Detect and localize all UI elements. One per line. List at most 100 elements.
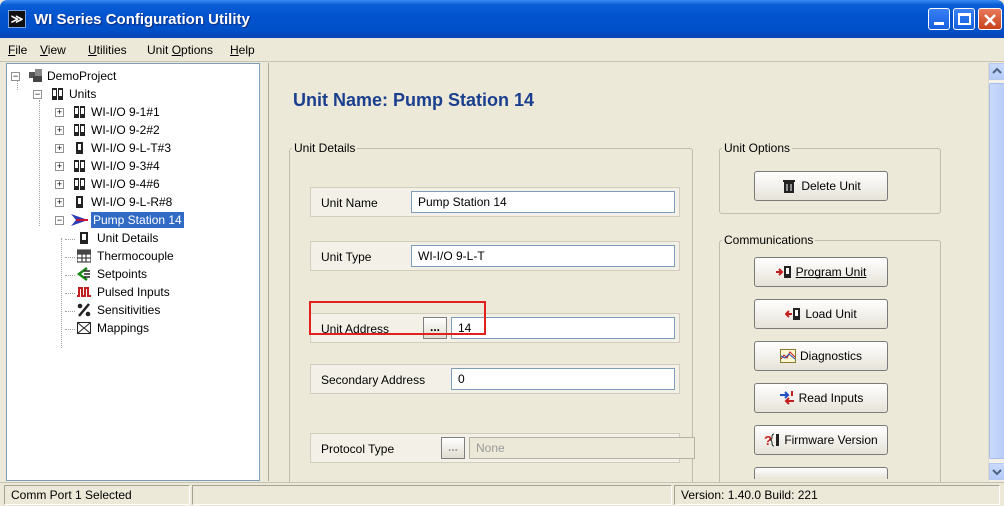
delete-unit-button[interactable]: Delete Unit — [754, 171, 888, 201]
read-inputs-icon — [779, 391, 794, 405]
tree-project-label: DemoProject — [47, 69, 117, 83]
next-command-button-partial[interactable] — [754, 467, 888, 479]
tree-child-label: Pulsed Inputs — [97, 285, 170, 299]
protocol-type-row: Protocol Type ... None — [310, 433, 695, 463]
diagnostics-button[interactable]: Diagnostics — [754, 341, 888, 371]
firmware-version-label: Firmware Version — [784, 433, 878, 447]
close-button[interactable] — [978, 8, 1002, 30]
project-tree[interactable]: − DemoProject − Units + WI-I/O 9-1#1 + W… — [6, 63, 260, 481]
secondary-address-row: Secondary Address 0 — [310, 364, 680, 394]
tree-child-mappings[interactable]: Mappings — [11, 320, 241, 338]
read-inputs-label: Read Inputs — [798, 391, 864, 405]
tree-selected-unit[interactable]: − Pump Station 14 — [11, 212, 241, 230]
tree-project[interactable]: − DemoProject — [11, 68, 241, 86]
menu-bar: File View Utilities Unit Options Help — [0, 38, 1004, 62]
tree-unit-label: WI-I/O 9-L-T#3 — [91, 141, 172, 155]
menu-view[interactable]: View — [40, 43, 66, 57]
vertical-scrollbar[interactable] — [988, 63, 1004, 481]
project-icon — [29, 69, 42, 82]
unit-type-field[interactable]: WI-I/O 9-L-T — [411, 245, 675, 267]
menu-view-accel: V — [40, 43, 48, 57]
unit-device-icon — [74, 178, 85, 190]
maximize-button[interactable] — [953, 8, 975, 30]
scroll-thumb[interactable] — [989, 83, 1004, 459]
app-icon[interactable]: ≫ — [8, 10, 26, 28]
menu-help-accel: H — [230, 43, 239, 57]
unit-device-icon — [76, 142, 83, 154]
tree-child-setpoints[interactable]: Setpoints — [11, 266, 241, 284]
tree-child-thermocouple[interactable]: Thermocouple — [11, 248, 241, 266]
unit-details-group-label: Unit Details — [292, 141, 358, 155]
collapse-icon[interactable]: − — [33, 90, 42, 99]
sensitivities-percent-icon — [77, 303, 91, 317]
collapse-icon[interactable]: − — [11, 72, 20, 81]
tree-unit-item[interactable]: + WI-I/O 9-L-T#3 — [11, 140, 241, 158]
protocol-type-field[interactable]: None — [469, 437, 695, 459]
expand-icon[interactable]: + — [55, 162, 64, 171]
expand-icon[interactable]: + — [55, 198, 64, 207]
tree-unit-item[interactable]: + WI-I/O 9-2#2 — [11, 122, 241, 140]
collapse-icon[interactable]: − — [55, 216, 64, 225]
menu-utilities[interactable]: Utilities — [88, 43, 127, 57]
tree-units[interactable]: − Units — [11, 86, 241, 104]
menu-help[interactable]: Help — [230, 43, 255, 57]
tree-unit-label: WI-I/O 9-1#1 — [91, 105, 160, 119]
protocol-type-browse-button[interactable]: ... — [441, 437, 465, 459]
status-bar: Comm Port 1 Selected Version: 1.40.0 Bui… — [0, 482, 1004, 506]
secondary-address-label: Secondary Address — [321, 373, 426, 387]
tree-selected-unit-label: Pump Station 14 — [91, 212, 184, 228]
tree-child-sensitivities[interactable]: Sensitivities — [11, 302, 241, 320]
status-comm-port: Comm Port 1 Selected — [4, 485, 190, 505]
status-version: Version: 1.40.0 Build: 221 — [674, 485, 1000, 505]
unit-type-row: Unit Type WI-I/O 9-L-T — [310, 241, 680, 271]
communications-group: Communications Program Unit Load Unit Di… — [719, 233, 941, 500]
unit-details-panel: Unit Name: Pump Station 14 Unit Details … — [268, 63, 1004, 500]
program-unit-label: Program Unit — [795, 265, 867, 279]
tree-unit-label: WI-I/O 9-L-R#8 — [91, 195, 173, 209]
tree-unit-item[interactable]: + WI-I/O 9-4#6 — [11, 176, 241, 194]
unit-type-label: Unit Type — [321, 250, 372, 264]
tree-unit-label: WI-I/O 9-2#2 — [91, 123, 160, 137]
expand-icon[interactable]: + — [55, 126, 64, 135]
minimize-button[interactable] — [928, 8, 950, 30]
tree-unit-item[interactable]: + WI-I/O 9-L-R#8 — [11, 194, 241, 212]
tree-unit-label: WI-I/O 9-3#4 — [91, 159, 160, 173]
unit-name-row: Unit Name Pump Station 14 — [310, 187, 680, 217]
unit-name-input[interactable]: Pump Station 14 — [411, 191, 675, 213]
chevron-down-icon — [992, 469, 1002, 476]
load-unit-icon — [785, 308, 801, 320]
read-inputs-button[interactable]: Read Inputs — [754, 383, 888, 413]
menu-unit-options[interactable]: Unit Options — [147, 43, 213, 57]
secondary-address-input[interactable]: 0 — [451, 368, 675, 390]
trash-icon — [783, 180, 796, 193]
mappings-icon — [77, 322, 91, 334]
pulsed-inputs-icon — [77, 287, 91, 297]
scroll-down-button[interactable] — [989, 463, 1004, 480]
unit-device-icon — [74, 160, 85, 172]
setpoints-icon — [77, 267, 90, 281]
load-unit-label: Load Unit — [805, 307, 857, 321]
load-unit-button[interactable]: Load Unit — [754, 299, 888, 329]
program-unit-button[interactable]: Program Unit — [754, 257, 888, 287]
expand-icon[interactable]: + — [55, 180, 64, 189]
tree-child-unit-details[interactable]: Unit Details — [11, 230, 241, 248]
tree-unit-item[interactable]: + WI-I/O 9-3#4 — [11, 158, 241, 176]
tree-unit-item[interactable]: + WI-I/O 9-1#1 — [11, 104, 241, 122]
expand-icon[interactable]: + — [55, 144, 64, 153]
expand-icon[interactable]: + — [55, 108, 64, 117]
delete-unit-label: Delete Unit — [801, 179, 861, 193]
chevron-up-icon — [992, 67, 1002, 74]
diagnostics-chart-icon — [779, 349, 796, 363]
menu-unit-options-accel: O — [171, 43, 182, 57]
unit-options-group-label: Unit Options — [722, 141, 793, 155]
menu-file[interactable]: File — [8, 43, 27, 57]
menu-utilities-accel: U — [88, 43, 97, 57]
tree-child-label: Sensitivities — [97, 303, 161, 317]
scroll-up-button[interactable] — [989, 63, 1004, 80]
firmware-version-button[interactable]: ? Firmware Version — [754, 425, 888, 455]
tree-child-pulsed-inputs[interactable]: Pulsed Inputs — [11, 284, 241, 302]
tree-units-label: Units — [69, 87, 97, 101]
protocol-type-label: Protocol Type — [321, 442, 395, 456]
diagnostics-label: Diagnostics — [799, 349, 863, 363]
thermocouple-icon — [77, 249, 91, 263]
